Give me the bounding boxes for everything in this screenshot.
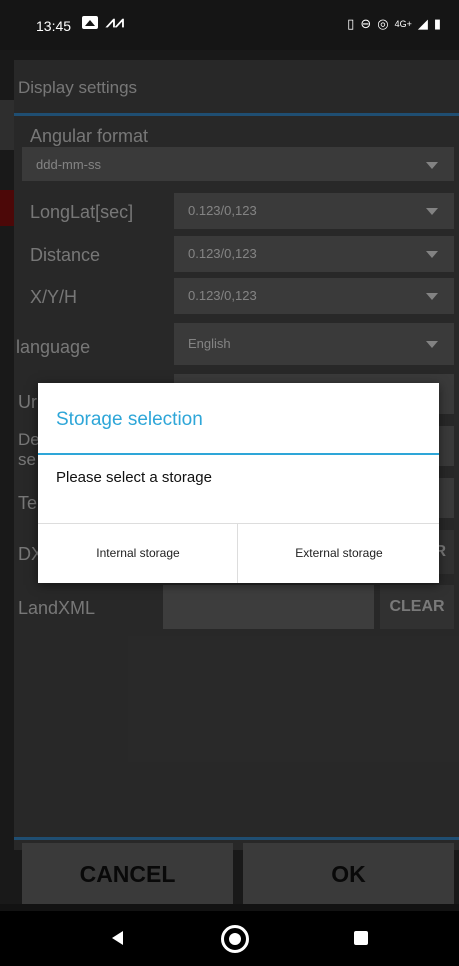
internal-storage-button[interactable]: Internal storage [38,524,238,583]
external-storage-button[interactable]: External storage [239,524,439,583]
storage-selection-dialog: Storage selection Please select a storag… [38,383,439,583]
signal-icon: ◢ [417,16,428,31]
dialog-button-separator [237,524,238,583]
battery-icon: ▮ [433,16,441,31]
dnd-icon: ⊖ [360,16,372,31]
dialog-title-divider [38,453,439,455]
status-time: 13:45 [36,18,72,34]
notification-icons: ⩘⩘ [82,14,125,31]
home-icon[interactable] [221,925,249,953]
image-notification-icon [82,16,98,29]
back-icon[interactable] [112,931,123,945]
vibrate-icon: ▯ [347,16,355,31]
dialog-title: Storage selection [56,409,203,430]
status-right-icons: ▯ ⊖ ◎ 4G+ ◢ ▮ [347,16,441,32]
dialog-message: Please select a storage [56,469,212,486]
navigation-bar [0,911,459,966]
recent-apps-icon[interactable] [354,931,368,945]
network-type-label: 4G+ [394,19,412,29]
app-notification-icon: ⩘⩘ [106,14,125,31]
hotspot-icon: ◎ [377,16,389,31]
status-bar: 13:45 ⩘⩘ ▯ ⊖ ◎ 4G+ ◢ ▮ [0,0,459,50]
